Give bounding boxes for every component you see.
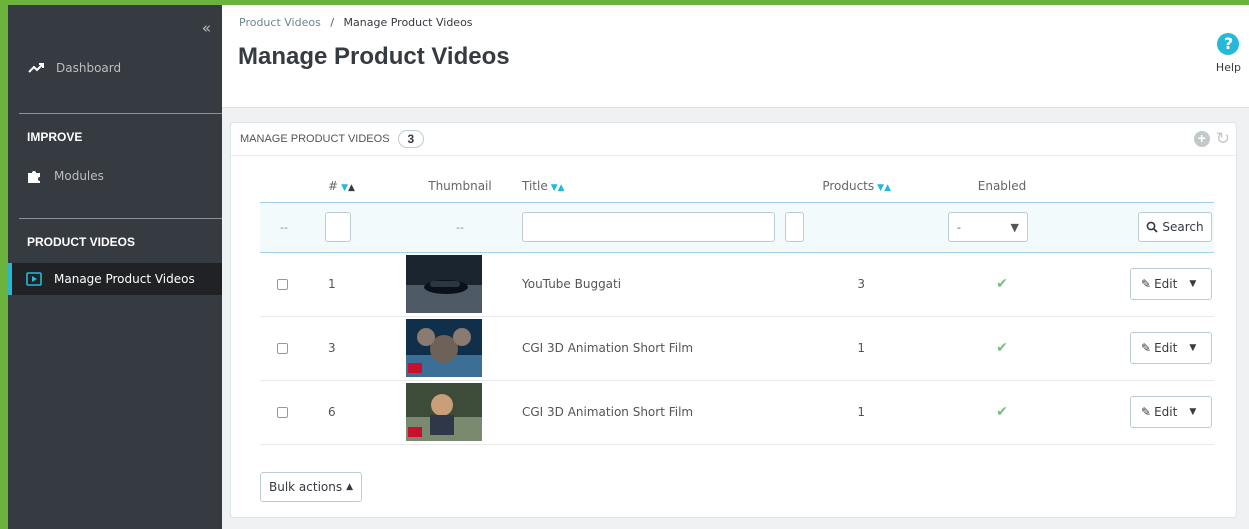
help-label: Help (1215, 61, 1241, 74)
row-products: 1 (782, 380, 947, 445)
sidebar-divider (19, 218, 222, 219)
help-button[interactable]: ? Help (1216, 33, 1241, 74)
edit-button[interactable]: ✎ Edit ▼ (1130, 396, 1212, 428)
column-header-thumbnail: Thumbnail (428, 178, 492, 193)
enabled-check-icon[interactable]: ✔ (996, 276, 1008, 292)
sidebar-item-manage-product-videos[interactable]: Manage Product Videos (8, 263, 222, 295)
count-badge: 3 (397, 130, 425, 148)
edit-button[interactable]: ✎ Edit ▼ (1130, 268, 1212, 300)
sort-icon[interactable]: ▼▲ (341, 183, 355, 193)
column-header-actions (1057, 170, 1214, 202)
row-title: CGI 3D Animation Short Film (514, 316, 782, 381)
videos-panel: Manage Product Videos 3 + ↻ # ▼▲ Thumbnai… (230, 122, 1237, 518)
row-products: 3 (782, 252, 947, 317)
products-filter-input[interactable] (785, 212, 804, 242)
sidebar: « Dashboard IMPROVE Modules PRODUCT VIDE… (8, 5, 222, 529)
panel-tools: + ↻ (1193, 130, 1230, 147)
sidebar-item-label: Manage Product Videos (54, 272, 195, 286)
search-button[interactable]: Search (1138, 212, 1212, 242)
collapse-sidebar-button[interactable]: « (202, 19, 211, 37)
table-row: 6 CGI 3D Animation Short Film 1 ✔ ✎ Edit… (260, 380, 1214, 445)
pencil-icon: ✎ (1141, 277, 1152, 291)
filter-placeholder: -- (260, 201, 303, 253)
panel-header: Manage Product Videos 3 + ↻ (231, 123, 1236, 156)
sidebar-item-modules[interactable]: Modules (8, 163, 222, 189)
section-title-improve: IMPROVE (27, 130, 83, 144)
row-title: CGI 3D Animation Short Film (514, 380, 782, 445)
caret-down-icon[interactable]: ▼ (1189, 407, 1196, 417)
row-id: 6 (303, 380, 406, 445)
caret-up-icon: ▲ (346, 482, 354, 492)
enabled-filter-select[interactable]: - ▼ (948, 212, 1028, 242)
row-id: 1 (303, 252, 406, 317)
row-title: YouTube Buggati (514, 252, 782, 317)
videos-table: # ▼▲ Thumbnail Title ▼▲ Products ▼▲ Enabled… (260, 170, 1214, 445)
column-header-id[interactable]: # ▼▲ (303, 170, 406, 202)
breadcrumb: Product Videos / Manage Product Videos (239, 16, 473, 29)
help-icon: ? (1217, 33, 1240, 55)
row-products: 1 (782, 316, 947, 381)
video-thumbnail[interactable] (406, 383, 482, 441)
add-icon[interactable]: + (1193, 131, 1210, 147)
panel-title: Manage Product Videos (240, 133, 390, 145)
title-filter-input[interactable] (522, 212, 775, 242)
search-icon (1146, 221, 1159, 233)
page-header: Product Videos / Manage Product Videos M… (222, 5, 1249, 108)
filter-row: -- -- - ▼ Search (260, 201, 1214, 253)
sort-icon[interactable]: ▼▲ (551, 183, 565, 193)
column-header-products[interactable]: Products ▼▲ (782, 170, 947, 202)
row-checkbox[interactable] (277, 406, 288, 418)
sidebar-divider (19, 113, 222, 114)
breadcrumb-current: Manage Product Videos (343, 16, 473, 29)
caret-down-icon[interactable]: ▼ (1189, 343, 1196, 353)
sort-icon[interactable]: ▼▲ (877, 183, 891, 193)
puzzle-icon (28, 171, 40, 183)
thumbnail-filter-placeholder: -- (406, 201, 514, 253)
sidebar-item-label: Modules (54, 169, 104, 183)
column-header-enabled: Enabled (977, 178, 1027, 193)
caret-down-icon[interactable]: ▼ (1189, 279, 1196, 289)
table-row: 1 YouTube Buggati 3 ✔ ✎ Edit ▼ (260, 252, 1214, 317)
video-thumbnail[interactable] (406, 319, 482, 377)
table-header-row: # ▼▲ Thumbnail Title ▼▲ Products ▼▲ Enabled (260, 170, 1214, 202)
id-filter-input[interactable] (325, 212, 351, 242)
row-checkbox[interactable] (277, 342, 288, 354)
breadcrumb-separator: / (330, 16, 335, 29)
column-header-title[interactable]: Title ▼▲ (514, 170, 782, 202)
chevron-down-icon: ▼ (1010, 220, 1019, 234)
column-header-checkbox (260, 170, 303, 202)
bulk-actions-button[interactable]: Bulk actions ▲ (260, 472, 363, 502)
breadcrumb-parent-link[interactable]: Product Videos (239, 16, 321, 29)
trending-icon (28, 63, 44, 73)
page-title: Manage Product Videos (238, 43, 510, 70)
section-title-product-videos: PRODUCT VIDEOS (27, 235, 136, 249)
enabled-check-icon[interactable]: ✔ (996, 404, 1008, 420)
row-id: 3 (303, 316, 406, 381)
row-checkbox[interactable] (277, 278, 288, 290)
video-icon (26, 272, 42, 286)
enabled-check-icon[interactable]: ✔ (996, 340, 1008, 356)
pencil-icon: ✎ (1141, 405, 1152, 419)
pencil-icon: ✎ (1141, 341, 1152, 355)
video-thumbnail[interactable] (406, 255, 482, 313)
table-row: 3 CGI 3D Animation Short Film 1 ✔ ✎ Edit (260, 316, 1214, 381)
sidebar-item-label: Dashboard (56, 61, 122, 75)
sidebar-item-dashboard[interactable]: Dashboard (8, 55, 222, 81)
refresh-icon[interactable]: ↻ (1216, 130, 1230, 147)
edit-button[interactable]: ✎ Edit ▼ (1130, 332, 1212, 364)
